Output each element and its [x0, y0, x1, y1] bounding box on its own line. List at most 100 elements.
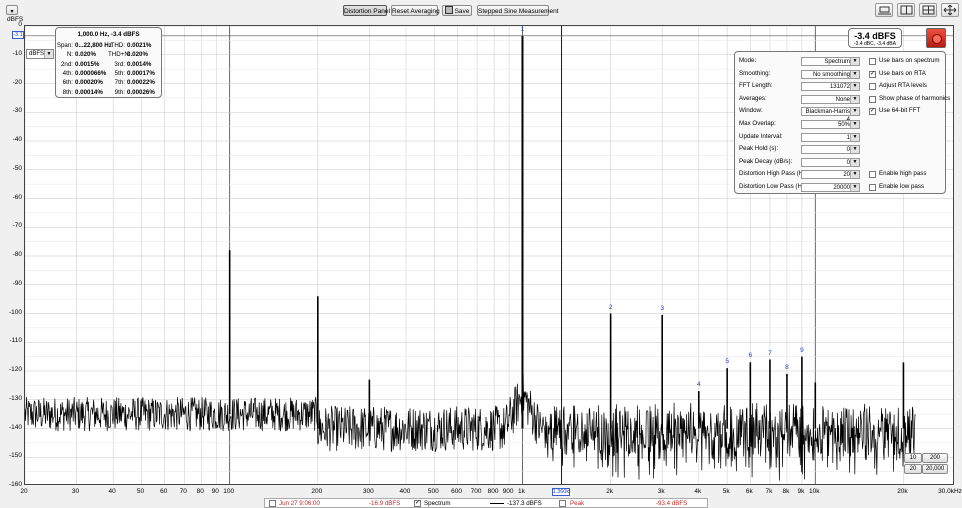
legend-item3-name: Peak [570, 500, 585, 507]
save-button[interactable]: Save [442, 5, 472, 16]
setting-value[interactable]: 20000 ▼ [801, 183, 860, 192]
setting-value[interactable]: 50% ▼ [801, 120, 860, 129]
unit-select-value: dBFS [29, 51, 45, 57]
y-tick-label: -110 [9, 337, 22, 345]
distortion-key: THD+N: [108, 51, 131, 59]
x-tick-label: 400 [399, 488, 411, 495]
chevron-down-icon: ▼ [850, 171, 859, 179]
x-tick-label: 10k [809, 488, 820, 495]
distortion-key: Span: [56, 42, 73, 49]
setting-value[interactable]: Spectrum ▼ [801, 57, 860, 66]
legend-item3-checkbox[interactable] [559, 500, 566, 507]
x-tick-label: 5k [722, 488, 730, 495]
chevron-down-icon: ▼ [850, 184, 859, 191]
setting-checkbox-label: Enable low pass [879, 183, 925, 190]
setting-label: Mode: [739, 57, 757, 64]
setting-checkbox-label: Adjust RTA levels [879, 82, 927, 90]
y-tick-label: 0 [18, 21, 22, 28]
setting-checkbox[interactable]: ✓ [869, 108, 876, 116]
x-tick-label: 300 [362, 488, 374, 495]
setting-value[interactable]: 20 ▼ [801, 170, 860, 180]
x-tick-label: 200 [311, 488, 323, 495]
record-icon [932, 34, 942, 44]
setting-value[interactable]: Blackman-Harris 4▼ [801, 107, 860, 123]
setting-label: FFT Length: [739, 82, 773, 90]
range-high-input[interactable]: 200 [922, 453, 948, 463]
x-tick-label: 40 [108, 488, 116, 495]
legend-item1-checkbox[interactable] [269, 500, 276, 507]
setting-value[interactable]: No smoothing ▼ [801, 69, 860, 79]
setting-label: Distortion Low Pass (Hz): [739, 183, 809, 190]
arrows-icon[interactable] [941, 3, 959, 17]
x-tick-label: 80 [196, 488, 204, 495]
stepped-sine-button[interactable]: Stepped Sine Measurement [477, 5, 559, 16]
setting-value[interactable]: 1 ▼ [801, 132, 860, 142]
harmonic-marker-label: 4 [696, 381, 701, 389]
legend-item2-value: -137.3 dBFS [507, 500, 542, 507]
distortion-panel-button[interactable]: Distortion Panel [343, 5, 390, 16]
x-tick-label: 100 [223, 488, 235, 495]
legend-item2-checkbox[interactable]: ✓ [414, 500, 421, 507]
distortion-key: 4th: [62, 69, 73, 77]
x-tick-label: 6k [745, 488, 753, 495]
setting-checkbox[interactable] [869, 171, 876, 179]
unit-select[interactable]: dBFS ▼ [26, 49, 54, 59]
setting-checkbox[interactable] [869, 83, 876, 91]
setting-label: Averages: [739, 94, 767, 102]
distortion-value: 0.020% [127, 51, 148, 59]
setting-checkbox-label: Use bars on spectrum [879, 57, 940, 64]
legend-item1-value: -16.9 dBFS [369, 500, 401, 507]
y-tick-label: -120 [8, 366, 22, 373]
range-low-input[interactable]: 20 [904, 464, 922, 474]
cursor-x-readout: 1.360k [551, 488, 570, 496]
range-high-input[interactable]: 20,000 [922, 464, 948, 474]
x-tick-label: 20 [20, 488, 28, 495]
distortion-value: 0.000066% [75, 69, 107, 77]
menu-button[interactable]: ▾ [6, 5, 18, 15]
setting-value[interactable]: 131072 ▼ [801, 82, 860, 92]
setting-value[interactable]: 0 ▼ [801, 157, 860, 167]
setting-value[interactable]: 0 ▼ [801, 145, 860, 155]
grid-icon[interactable] [919, 3, 937, 17]
x-tick-label: 800 [487, 488, 499, 495]
setting-value-text: 20000 [833, 185, 850, 191]
setting-checkbox[interactable] [869, 95, 876, 103]
grid-layout-icon[interactable] [897, 3, 915, 17]
distortion-value: 0.0015% [75, 60, 100, 68]
setting-checkbox-label: Enable high pass [879, 170, 927, 178]
x-tick-label: 3k [657, 488, 665, 495]
distortion-value: 0.00020% [75, 79, 103, 87]
setting-value-text: Spectrum [824, 59, 850, 65]
setting-checkbox[interactable] [869, 184, 876, 191]
x-tick-label: 600 [451, 488, 462, 495]
reset-averaging-button[interactable]: Reset Averaging [391, 5, 440, 16]
x-tick-label: 500 [427, 488, 439, 495]
setting-label: Max Overlap: [739, 120, 776, 127]
y-tick-label: -80 [12, 251, 22, 258]
distortion-value: 0...22,800 Hz [75, 42, 112, 49]
setting-value[interactable]: None ▼ [801, 94, 860, 104]
record-button[interactable] [926, 28, 946, 48]
chevron-down-icon: ▼ [850, 70, 859, 78]
setting-checkbox[interactable]: ✓ [869, 70, 876, 78]
harmonic-marker-label: 1 [520, 25, 525, 33]
range-low-input[interactable]: 10 [904, 453, 922, 463]
y-tick-label: -90 [12, 279, 22, 287]
legend-item3-value: -93.4 dBFS [656, 500, 688, 507]
distortion-value: 0.00014% [75, 88, 103, 96]
harmonic-marker-label: 2 [608, 303, 613, 311]
setting-value-text: 131072 [829, 84, 850, 91]
x-tick-label: 90 [211, 488, 219, 495]
x-tick-label: 700 [470, 488, 482, 495]
distortion-key: 3rd: [114, 60, 125, 68]
setting-label: Smoothing: [739, 69, 771, 77]
harmonic-marker-label: 3 [660, 304, 664, 312]
distortion-key: 7th: [114, 79, 125, 87]
setting-checkbox[interactable] [869, 58, 876, 65]
distortion-value: 0.020% [75, 51, 96, 59]
distortion-value: 0.0014% [127, 60, 152, 68]
legend-bar: Jun 27 9:06:00 -16.9 dBFS ✓ Spectrum -13… [264, 498, 708, 508]
y-tick-label: -130 [8, 394, 22, 402]
laptop-icon[interactable] [875, 3, 893, 17]
x-tick-label: 4k [694, 488, 702, 495]
